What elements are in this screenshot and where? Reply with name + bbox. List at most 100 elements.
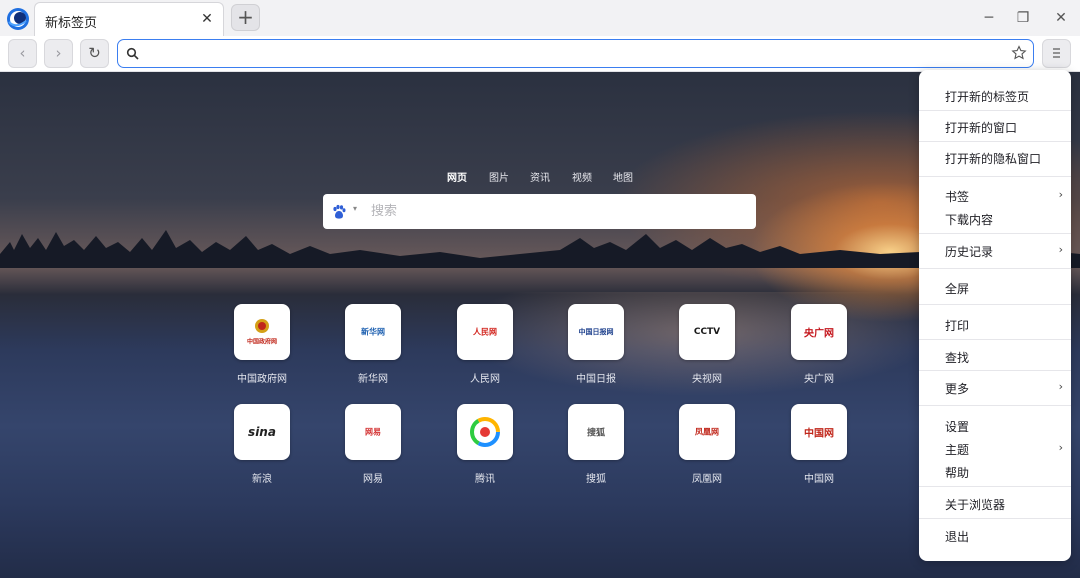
- shortcut-tile[interactable]: 网易 网易: [333, 404, 413, 494]
- menu-divider: [919, 141, 1071, 142]
- shortcut-label: 新华网: [358, 374, 388, 385]
- menu-item-more[interactable]: 更多 ›: [919, 376, 1071, 400]
- site-logo-text: 中国政府网: [246, 338, 278, 346]
- site-logo-text: 中国网: [804, 428, 834, 440]
- shortcut-tile[interactable]: 中国网 中国网: [779, 404, 859, 494]
- site-logo-text: 搜狐: [586, 428, 606, 439]
- search-input[interactable]: [371, 198, 741, 225]
- shortcut-tile[interactable]: 腾讯: [445, 404, 525, 494]
- menu-item-exit[interactable]: 退出: [919, 524, 1071, 548]
- back-button[interactable]: ‹: [8, 39, 37, 68]
- menu-item-downloads[interactable]: 下载内容: [919, 207, 1071, 231]
- search-category-tabs: 网页 图片 资讯 视频 地图: [0, 169, 1080, 185]
- tab-title: 新标签页: [45, 16, 98, 31]
- window-close-icon[interactable]: ✕: [1049, 6, 1073, 30]
- tab-new-tab[interactable]: 新标签页 ✕: [34, 2, 224, 36]
- menu-item-label: 打印: [945, 319, 970, 333]
- menu-divider: [919, 405, 1071, 406]
- shortcut-label: 中国网: [804, 474, 834, 485]
- new-tab-page: 网页 图片 资讯 视频 地图 ▾ 中国政府网 中国政府网 新华网 新华: [0, 72, 1080, 578]
- menu-item-label: 打开新的隐私窗口: [945, 152, 1042, 166]
- search-tab-images[interactable]: 图片: [489, 169, 509, 184]
- menu-item-label: 主题: [945, 443, 970, 457]
- shortcut-label: 中国政府网: [237, 374, 287, 385]
- site-logo: 中国政府网: [234, 304, 290, 360]
- shortcut-tile[interactable]: sina 新浪: [222, 404, 302, 494]
- shortcut-tile[interactable]: 人民网 人民网: [445, 304, 525, 394]
- shortcut-label: 人民网: [470, 374, 500, 385]
- search-tab-web[interactable]: 网页: [447, 169, 467, 184]
- menu-item-private-window[interactable]: 打开新的隐私窗口: [919, 146, 1071, 170]
- address-bar[interactable]: [117, 39, 1034, 68]
- tab-close-icon[interactable]: ✕: [199, 11, 215, 27]
- shortcut-tile[interactable]: 中国政府网 中国政府网: [222, 304, 302, 394]
- menu-item-label: 退出: [945, 530, 970, 544]
- site-logo: 搜狐: [568, 404, 624, 460]
- site-logo: 网易: [345, 404, 401, 460]
- menu-item-label: 书签: [945, 190, 970, 204]
- site-logo: 中国网: [791, 404, 847, 460]
- menu-item-bookmarks[interactable]: 书签 ›: [919, 184, 1071, 208]
- search-box[interactable]: ▾: [323, 194, 756, 229]
- bookmark-star-icon[interactable]: [1011, 45, 1027, 61]
- site-logo-text: CCTV: [693, 327, 721, 337]
- menu-divider: [919, 518, 1071, 519]
- menu-item-fullscreen[interactable]: 全屏: [919, 276, 1071, 300]
- baidu-paw-icon[interactable]: [331, 204, 347, 220]
- background-treeline: [0, 230, 1080, 268]
- shortcut-label: 凤凰网: [692, 474, 722, 485]
- menu-item-label: 打开新的窗口: [945, 121, 1018, 135]
- search-tab-video[interactable]: 视频: [572, 169, 592, 184]
- menu-item-new-window[interactable]: 打开新的窗口: [919, 115, 1071, 139]
- tencent-logo-icon: [470, 417, 500, 447]
- menu-divider: [919, 176, 1071, 177]
- forward-button[interactable]: ›: [44, 39, 73, 68]
- submenu-arrow-icon: ›: [1058, 188, 1063, 201]
- tab-strip: 新标签页 ✕ + ─ ❐ ✕: [0, 0, 1080, 36]
- emblem-icon: [255, 319, 269, 333]
- site-logo: 人民网: [457, 304, 513, 360]
- main-menu-dropdown: 打开新的标签页 打开新的窗口 打开新的隐私窗口 书签 › 下载内容 历史记录 ›…: [919, 70, 1071, 561]
- minimize-icon[interactable]: ─: [977, 6, 1001, 30]
- site-logo: sina: [234, 404, 290, 460]
- shortcut-label: 网易: [363, 474, 383, 485]
- site-logo: [457, 404, 513, 460]
- submenu-arrow-icon: ›: [1058, 441, 1063, 454]
- site-logo-text: 人民网: [473, 327, 497, 337]
- menu-item-theme[interactable]: 主题 ›: [919, 437, 1071, 461]
- menu-item-about[interactable]: 关于浏览器: [919, 492, 1071, 516]
- shortcut-label: 新浪: [252, 474, 272, 485]
- main-menu-button[interactable]: [1042, 39, 1071, 68]
- shortcut-tile[interactable]: 搜狐 搜狐: [556, 404, 636, 494]
- menu-divider: [919, 110, 1071, 111]
- reload-button[interactable]: ↻: [80, 39, 109, 68]
- new-tab-button[interactable]: +: [231, 4, 260, 31]
- menu-item-help[interactable]: 帮助: [919, 460, 1071, 484]
- shortcut-tile[interactable]: 中国日报网 中国日报: [556, 304, 636, 394]
- site-logo: 中国日报网: [568, 304, 624, 360]
- search-tab-map[interactable]: 地图: [613, 169, 633, 184]
- submenu-arrow-icon: ›: [1058, 243, 1063, 256]
- shortcut-tile[interactable]: 凤凰网 凤凰网: [667, 404, 747, 494]
- shortcut-label: 央广网: [804, 374, 834, 385]
- maximize-icon[interactable]: ❐: [1011, 6, 1035, 30]
- menu-item-history[interactable]: 历史记录 ›: [919, 239, 1071, 263]
- menu-item-print[interactable]: 打印: [919, 313, 1071, 337]
- shortcut-tile[interactable]: 新华网 新华网: [333, 304, 413, 394]
- shortcut-label: 搜狐: [586, 474, 606, 485]
- site-logo: CCTV: [679, 304, 735, 360]
- search-tab-news[interactable]: 资讯: [530, 169, 550, 184]
- menu-item-find[interactable]: 查找: [919, 345, 1071, 369]
- shortcut-tile[interactable]: 央广网 央广网: [779, 304, 859, 394]
- menu-divider: [919, 486, 1071, 487]
- menu-item-label: 查找: [945, 351, 970, 365]
- menu-icon: [1053, 48, 1060, 58]
- search-icon: [126, 47, 139, 60]
- site-logo-text: 央广网: [804, 328, 834, 340]
- menu-item-new-tab[interactable]: 打开新的标签页: [919, 84, 1071, 108]
- engine-dropdown-icon[interactable]: ▾: [353, 204, 357, 213]
- menu-item-settings[interactable]: 设置: [919, 414, 1071, 438]
- site-logo-text: 网易: [365, 427, 381, 437]
- shortcut-tile[interactable]: CCTV 央视网: [667, 304, 747, 394]
- menu-divider: [919, 304, 1071, 305]
